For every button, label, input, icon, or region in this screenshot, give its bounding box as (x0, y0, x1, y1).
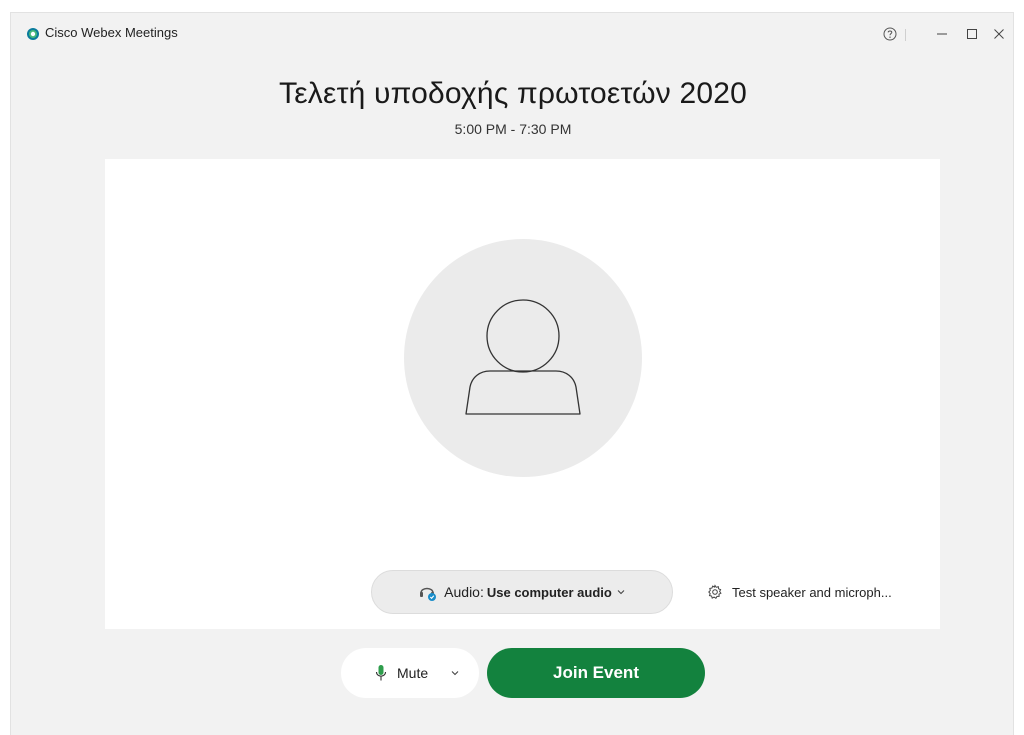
chevron-down-icon[interactable] (450, 669, 460, 677)
audio-value: Use computer audio (486, 584, 612, 600)
minimize-icon[interactable] (929, 21, 955, 47)
test-speaker-microphone-button[interactable]: Test speaker and microph... (707, 584, 892, 600)
headset-icon (418, 583, 438, 601)
join-event-button[interactable]: Join Event (487, 648, 705, 698)
mute-button[interactable]: Mute (341, 648, 479, 698)
audio-label: Audio: (444, 584, 484, 600)
webex-logo-icon (26, 27, 40, 41)
avatar (404, 239, 642, 477)
person-icon (465, 299, 581, 415)
test-speaker-label: Test speaker and microph... (732, 584, 892, 600)
webex-window: Cisco Webex Meetings Τελετή υποδοχής πρω… (10, 12, 1014, 735)
title-bar: Cisco Webex Meetings (11, 13, 1013, 53)
help-icon[interactable] (877, 21, 903, 47)
titlebar-divider (905, 29, 906, 41)
close-icon[interactable] (986, 21, 1012, 47)
maximize-icon[interactable] (959, 21, 985, 47)
app-title: Cisco Webex Meetings (45, 25, 178, 40)
mute-label: Mute (397, 665, 429, 681)
meeting-title: Τελετή υποδοχής πρωτοετών 2020 (279, 77, 747, 110)
video-preview: Audio: Use computer audio Test speaker a… (105, 159, 940, 629)
audio-selector-button[interactable]: Audio: Use computer audio (371, 570, 673, 614)
chevron-down-icon (616, 588, 626, 596)
microphone-icon (375, 664, 387, 682)
gear-icon (707, 584, 723, 600)
meeting-time: 5:00 PM - 7:30 PM (454, 121, 572, 137)
